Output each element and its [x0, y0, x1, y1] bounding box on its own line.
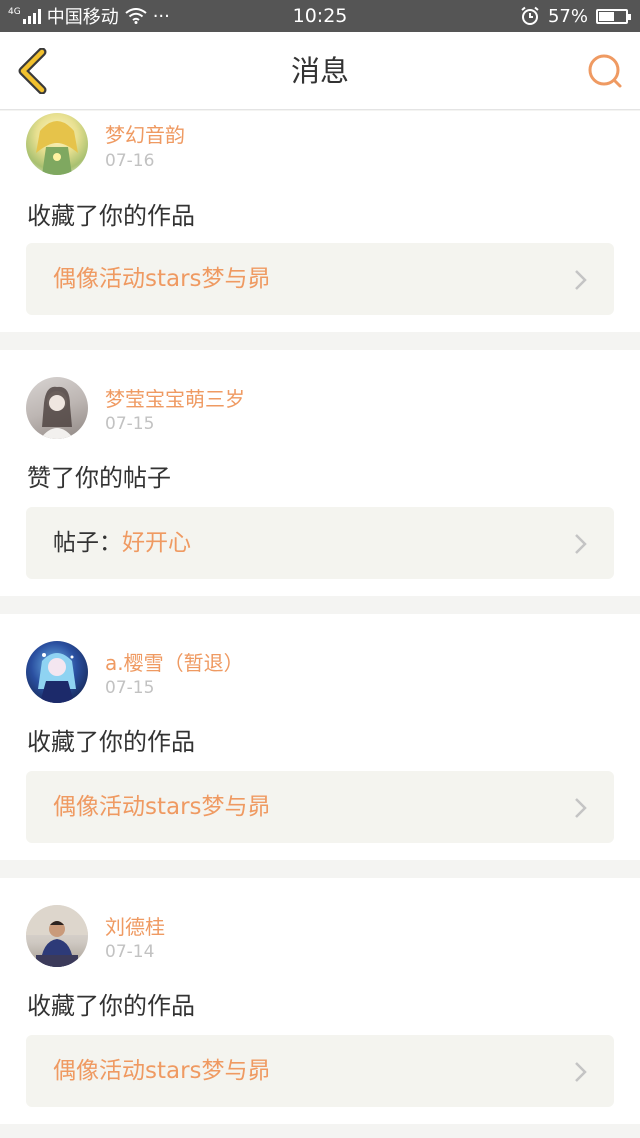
message-date: 07-15 [105, 414, 155, 434]
reference-link[interactable]: 偶像活动stars梦与昴 [26, 771, 614, 843]
avatar[interactable] [26, 377, 88, 439]
avatar[interactable] [26, 641, 88, 703]
avatar-image [40, 386, 74, 439]
message-date: 07-16 [105, 151, 155, 171]
reference-value: 偶像活动stars梦与昴 [53, 266, 271, 292]
avatar-image [26, 905, 88, 967]
search-icon[interactable] [586, 52, 624, 90]
message-card: 刘德桂 07-14 收藏了你的作品 偶像活动stars梦与昴 [0, 878, 640, 1124]
reference-value: 好开心 [122, 530, 191, 556]
status-right: 57% [520, 0, 631, 32]
message-card: 梦幻音韵 07-16 收藏了你的作品 偶像活动stars梦与昴 [0, 111, 640, 332]
message-date: 07-15 [105, 678, 155, 698]
message-card: 梦莹宝宝萌三岁 07-15 赞了你的帖子 帖子：好开心 [0, 350, 640, 596]
page-title: 消息 [290, 54, 349, 88]
user-name[interactable]: 梦莹宝宝萌三岁 [105, 383, 245, 412]
reference-text: 偶像活动stars梦与昴 [53, 243, 271, 315]
avatar-image [38, 653, 76, 703]
chevron-right-icon [575, 798, 587, 818]
message-date: 07-14 [105, 942, 155, 962]
user-name[interactable]: a.樱雪（暂退） [105, 647, 244, 676]
status-bar: 4G 中国移动 ··· 10:25 57% [0, 0, 640, 32]
reference-text: 偶像活动stars梦与昴 [53, 1035, 271, 1107]
chevron-right-icon [575, 1062, 587, 1082]
reference-value: 偶像活动stars梦与昴 [53, 1058, 271, 1084]
avatar[interactable] [26, 905, 88, 967]
chevron-right-icon [575, 534, 587, 554]
reference-link[interactable]: 偶像活动stars梦与昴 [26, 1035, 614, 1107]
message-action: 收藏了你的作品 [27, 992, 195, 1020]
reference-value: 偶像活动stars梦与昴 [53, 794, 271, 820]
message-action: 赞了你的帖子 [27, 464, 171, 492]
avatar-image [36, 121, 78, 175]
user-name[interactable]: 梦幻音韵 [105, 119, 185, 148]
reference-label: 帖子： [53, 530, 122, 556]
alarm-icon [521, 6, 539, 25]
message-card: a.樱雪（暂退） 07-15 收藏了你的作品 偶像活动stars梦与昴 [0, 614, 640, 860]
reference-link[interactable]: 偶像活动stars梦与昴 [26, 243, 614, 315]
reference-text: 帖子：好开心 [53, 507, 191, 579]
reference-link[interactable]: 帖子：好开心 [26, 507, 614, 579]
battery-icon [596, 8, 631, 24]
nav-bar: 消息 [0, 32, 640, 110]
avatar[interactable] [26, 113, 88, 175]
message-action: 收藏了你的作品 [27, 728, 195, 756]
message-action: 收藏了你的作品 [27, 202, 195, 230]
chevron-right-icon [575, 270, 587, 290]
battery-percent: 57% [547, 5, 588, 27]
reference-text: 偶像活动stars梦与昴 [53, 771, 271, 843]
user-name[interactable]: 刘德桂 [105, 911, 165, 940]
